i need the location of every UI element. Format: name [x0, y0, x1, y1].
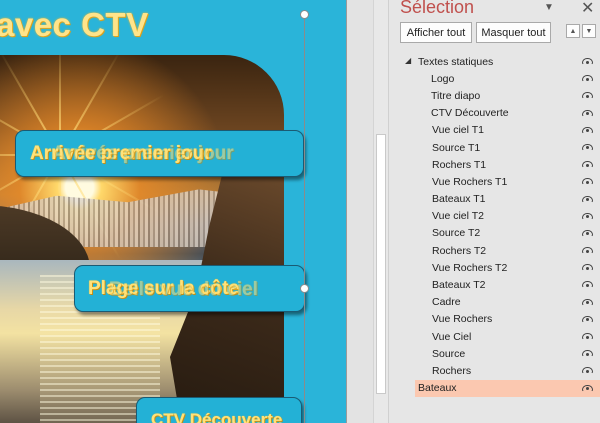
- banner-arrival[interactable]: Arrivée premier jour Arrivée premier jou…: [15, 130, 304, 177]
- eye-icon[interactable]: [582, 298, 593, 306]
- banner-ctv-discovery-text: CTV Découverte: [151, 410, 283, 423]
- list-item[interactable]: ◢ Textes statiques: [389, 53, 600, 70]
- eye-icon[interactable]: [582, 92, 593, 100]
- eye-icon[interactable]: [582, 195, 593, 203]
- eye-icon[interactable]: [582, 333, 593, 340]
- eye-icon[interactable]: [582, 367, 593, 375]
- pane-title: Sélection: [400, 0, 475, 17]
- close-icon[interactable]: ✕: [581, 0, 594, 18]
- banner-beach[interactable]: Plage sur la côte Belle vue du ciel: [74, 265, 305, 312]
- eye-icon[interactable]: [582, 384, 593, 392]
- selection-frame-edge: [304, 14, 305, 423]
- list-item[interactable]: Bateaux T2: [389, 276, 600, 293]
- eye-icon[interactable]: [582, 178, 593, 186]
- list-item[interactable]: Bateaux T1: [389, 191, 600, 208]
- eye-icon[interactable]: [582, 58, 593, 65]
- object-list: ◢ Textes statiques Logo Titre diapo CTV …: [389, 53, 600, 397]
- eye-icon[interactable]: [582, 281, 593, 289]
- selection-pane: Sélection ▼ ✕ Afficher tout Masquer tout…: [388, 0, 600, 423]
- list-item[interactable]: Vue Rochers: [389, 311, 600, 328]
- banner-ctv-discovery[interactable]: CTV Découverte: [136, 397, 302, 423]
- list-item[interactable]: Rochers T2: [389, 242, 600, 259]
- show-all-button[interactable]: Afficher tout: [400, 22, 472, 43]
- eye-icon[interactable]: [582, 212, 593, 220]
- arrow-up-icon[interactable]: ▲: [566, 24, 580, 38]
- banner-sky-ghost-text: Belle vue du ciel: [109, 279, 258, 300]
- eye-icon[interactable]: [582, 315, 593, 323]
- caret-down-icon[interactable]: ◢: [405, 56, 411, 65]
- list-item[interactable]: Logo: [389, 70, 600, 87]
- list-item[interactable]: Vue Ciel: [389, 328, 600, 345]
- list-item[interactable]: Rochers T1: [389, 156, 600, 173]
- list-item[interactable]: CTV Découverte: [389, 105, 600, 122]
- list-item-selected[interactable]: Bateaux: [415, 379, 600, 397]
- slide-editing-area[interactable]: avec CTV Arrivée premier jour Arrivée pr…: [0, 0, 373, 423]
- hide-all-button[interactable]: Masquer tout: [476, 22, 551, 43]
- eye-icon[interactable]: [582, 229, 593, 237]
- banner-arrival-ghost-text: Arrivée premier jour: [52, 143, 234, 164]
- slide[interactable]: avec CTV Arrivée premier jour Arrivée pr…: [0, 0, 347, 423]
- pane-options-dropdown-icon[interactable]: ▼: [544, 2, 554, 13]
- eye-icon[interactable]: [582, 161, 593, 169]
- resize-handle-middle-right[interactable]: [300, 284, 309, 293]
- vertical-scrollbar[interactable]: [373, 0, 388, 423]
- scrollbar-thumb[interactable]: [376, 134, 386, 394]
- eye-icon[interactable]: [582, 109, 593, 117]
- list-item[interactable]: Vue Rochers T2: [389, 259, 600, 276]
- list-item[interactable]: Rochers: [389, 362, 600, 379]
- slide-title[interactable]: avec CTV: [0, 6, 149, 44]
- list-item[interactable]: Source: [389, 345, 600, 362]
- list-item[interactable]: Titre diapo: [389, 87, 600, 104]
- list-item[interactable]: Vue ciel T1: [389, 122, 600, 139]
- eye-icon[interactable]: [582, 126, 593, 134]
- list-item[interactable]: Source T2: [389, 225, 600, 242]
- eye-icon[interactable]: [582, 350, 593, 358]
- eye-icon[interactable]: [582, 143, 593, 151]
- eye-icon[interactable]: [582, 264, 593, 272]
- list-item[interactable]: Vue ciel T2: [389, 208, 600, 225]
- resize-handle-top-right[interactable]: [300, 10, 309, 19]
- list-item[interactable]: Source T1: [389, 139, 600, 156]
- eye-icon[interactable]: [582, 75, 593, 83]
- list-item[interactable]: Cadre: [389, 294, 600, 311]
- arrow-down-icon[interactable]: ▼: [582, 24, 596, 38]
- list-item[interactable]: Vue Rochers T1: [389, 173, 600, 190]
- background-photo[interactable]: [0, 55, 284, 423]
- eye-icon[interactable]: [582, 247, 593, 255]
